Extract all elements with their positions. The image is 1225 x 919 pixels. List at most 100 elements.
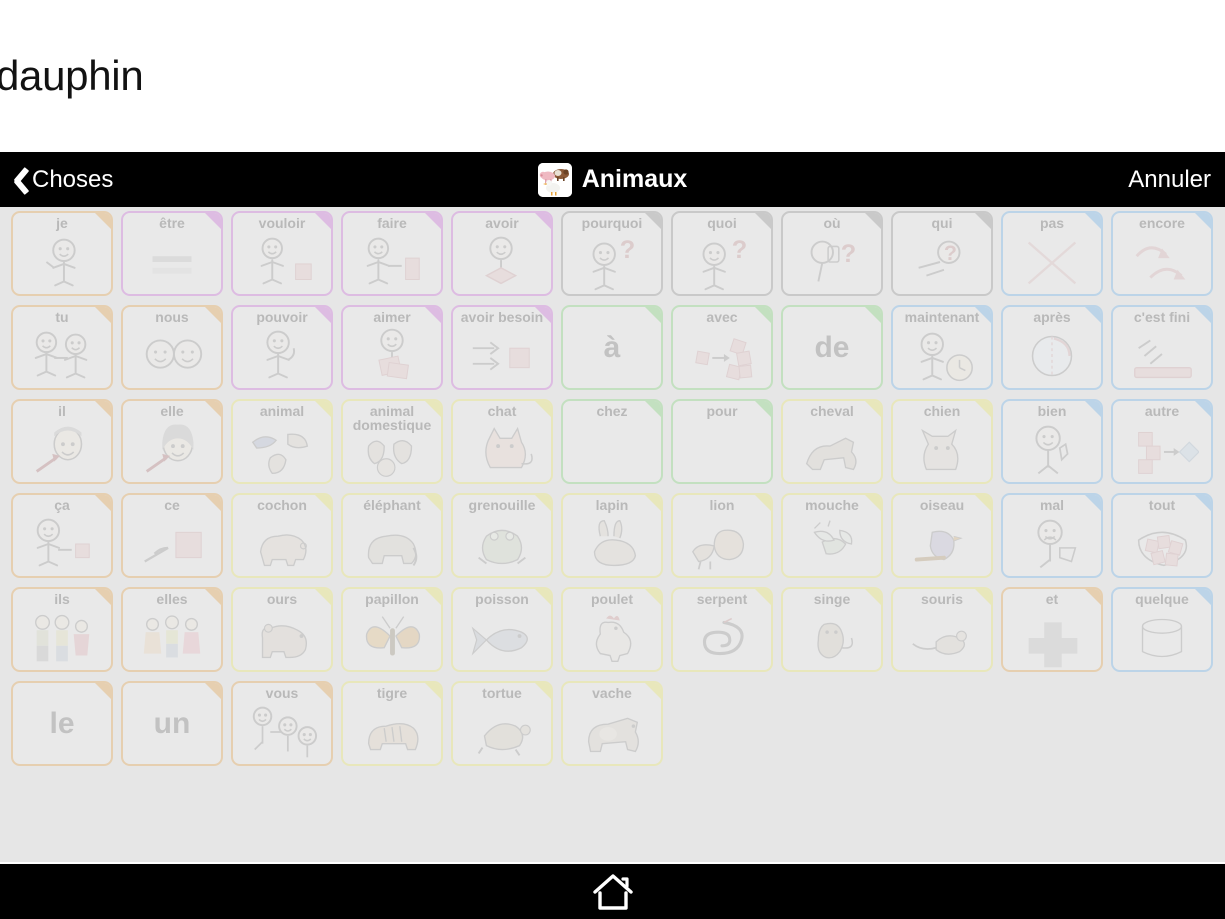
cross-x-icon [1003, 231, 1101, 292]
symbol-cell[interactable]: ce [121, 493, 223, 578]
symbol-label: avoir [485, 215, 519, 231]
symbol-board: je être vouloir faire avoir pourquoi? quoi? où?… [0, 207, 1225, 862]
symbol-cell[interactable]: papillon [341, 587, 443, 672]
symbol-cell[interactable]: pour [671, 399, 773, 484]
symbol-cell[interactable]: il [11, 399, 113, 484]
app-root: dauphin Choses Animaux Annuler je être v… [0, 0, 1225, 919]
symbol-cell[interactable]: faire [341, 211, 443, 296]
symbol-label: souris [920, 591, 963, 607]
symbol-cell[interactable]: le [11, 681, 113, 766]
symbol-cell[interactable]: cochon [231, 493, 333, 578]
symbol-cell[interactable]: avoir [451, 211, 553, 296]
person-sad-icon [1003, 513, 1101, 574]
person-reach-box-icon [233, 231, 331, 292]
person-point-self-icon [13, 231, 111, 292]
back-button-label: Choses [32, 165, 114, 193]
word-strip[interactable]: dauphin [0, 0, 1225, 152]
symbol-cell[interactable]: bien [1001, 399, 1103, 484]
person-point-question-icon: ? [893, 231, 991, 292]
fish-icon [453, 607, 551, 668]
symbol-cell[interactable]: animal [231, 399, 333, 484]
symbol-cell[interactable]: quoi? [671, 211, 773, 296]
symbol-cell[interactable]: vouloir [231, 211, 333, 296]
person-thumbs-up-icon [1003, 419, 1101, 480]
symbol-cell[interactable]: pourquoi? [561, 211, 663, 296]
symbol-cell[interactable]: quelque [1111, 587, 1213, 672]
symbol-cell[interactable]: ça [11, 493, 113, 578]
symbol-cell[interactable]: cheval [781, 399, 883, 484]
symbol-cell[interactable]: tu [11, 305, 113, 390]
symbol-label: faire [377, 215, 407, 231]
symbol-label: oiseau [919, 497, 965, 513]
symbol-label: nous [155, 309, 189, 325]
symbol-cell[interactable]: lapin [561, 493, 663, 578]
symbol-cell[interactable]: encore [1111, 211, 1213, 296]
symbol-grid: je être vouloir faire avoir pourquoi? quoi? où?… [11, 211, 1221, 766]
symbol-cell[interactable]: chez [561, 399, 663, 484]
symbol-cell[interactable]: lion [671, 493, 773, 578]
symbol-cell[interactable]: ils [11, 587, 113, 672]
symbol-cell[interactable]: tigre [341, 681, 443, 766]
symbol-cell[interactable]: singe [781, 587, 883, 672]
bear-icon [233, 607, 331, 668]
boy-face-arrow-icon [13, 419, 111, 480]
symbol-cell[interactable]: être [121, 211, 223, 296]
symbol-label: lapin [595, 497, 629, 513]
symbol-cell[interactable]: vous [231, 681, 333, 766]
cancel-button[interactable]: Annuler [1128, 152, 1211, 207]
symbol-cell[interactable]: elle [121, 399, 223, 484]
turtle-icon [453, 701, 551, 762]
farm-animals-icon [537, 162, 572, 197]
symbol-label: elle [160, 403, 184, 419]
symbol-cell[interactable]: pas [1001, 211, 1103, 296]
symbol-cell[interactable]: et [1001, 587, 1103, 672]
hands-box-icon [453, 325, 551, 386]
symbol-cell[interactable]: qui? [891, 211, 993, 296]
symbol-cell[interactable]: maintenant [891, 305, 993, 390]
symbol-cell[interactable]: c'est fini [1111, 305, 1213, 390]
symbol-cell[interactable]: avoir besoin [451, 305, 553, 390]
symbol-cell[interactable]: un [121, 681, 223, 766]
symbol-label: cheval [810, 403, 854, 419]
symbol-cell[interactable]: mal [1001, 493, 1103, 578]
cat-icon [453, 419, 551, 480]
boxes-arrow-diamond-icon [1113, 419, 1211, 480]
symbol-cell[interactable]: tortue [451, 681, 553, 766]
symbol-cell[interactable]: grenouille [451, 493, 553, 578]
symbol-cell[interactable]: éléphant [341, 493, 443, 578]
symbol-cell[interactable]: vache [561, 681, 663, 766]
snake-icon [673, 607, 771, 668]
symbol-cell[interactable]: avec [671, 305, 773, 390]
symbol-cell[interactable]: je [11, 211, 113, 296]
symbol-cell[interactable]: aimer [341, 305, 443, 390]
symbol-cell[interactable]: chien [891, 399, 993, 484]
symbol-cell[interactable]: nous [121, 305, 223, 390]
symbol-cell[interactable]: où? [781, 211, 883, 296]
symbol-cell[interactable]: souris [891, 587, 993, 672]
symbol-cell[interactable]: animal domestique [341, 399, 443, 484]
back-button[interactable]: Choses [4, 152, 113, 207]
symbol-cell[interactable]: ours [231, 587, 333, 672]
symbol-cell[interactable]: après [1001, 305, 1103, 390]
symbol-cell[interactable]: oiseau [891, 493, 993, 578]
two-people-point-icon [13, 325, 111, 386]
home-icon[interactable] [590, 871, 636, 913]
symbol-cell[interactable]: chat [451, 399, 553, 484]
symbol-cell[interactable]: mouche [781, 493, 883, 578]
bird-icon [893, 513, 991, 574]
symbol-label: quelque [1135, 591, 1189, 607]
symbol-cell[interactable]: de [781, 305, 883, 390]
symbol-cell[interactable]: serpent [671, 587, 773, 672]
symbol-cell[interactable]: poulet [561, 587, 663, 672]
symbol-cell[interactable]: à [561, 305, 663, 390]
frog-icon [453, 513, 551, 574]
symbol-cell[interactable]: tout [1111, 493, 1213, 578]
word-strip-text: dauphin [0, 52, 144, 99]
cylinder-icon [1113, 607, 1211, 668]
two-arrows-arc-icon [1113, 231, 1211, 292]
symbol-cell[interactable]: poisson [451, 587, 553, 672]
symbol-cell[interactable]: elles [121, 587, 223, 672]
symbol-cell[interactable]: pouvoir [231, 305, 333, 390]
symbol-cell[interactable]: autre [1111, 399, 1213, 484]
person-hold-box-icon [453, 231, 551, 292]
